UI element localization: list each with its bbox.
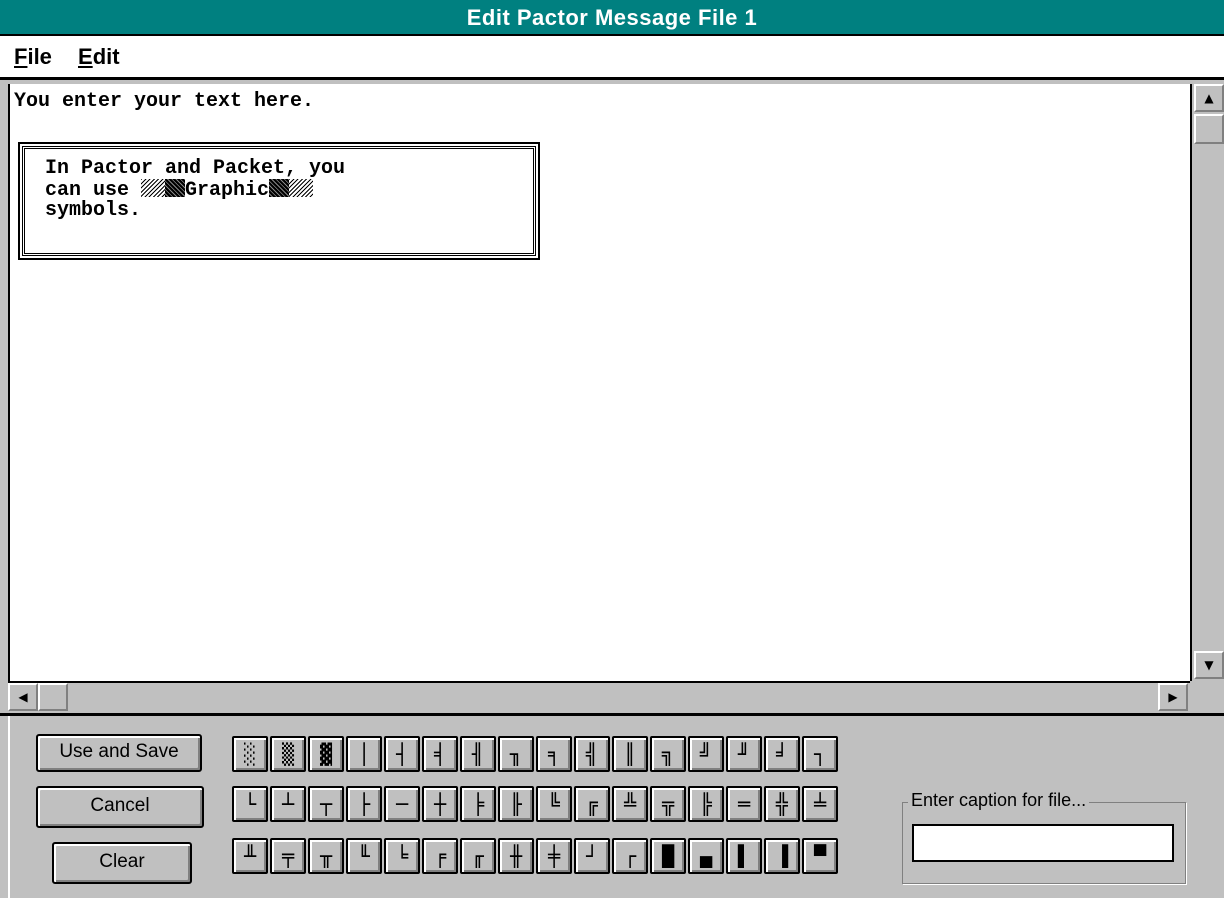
graphic-symbol-button[interactable]: ┤	[384, 736, 420, 772]
scroll-down-arrow-icon[interactable]: ▼	[1194, 651, 1224, 679]
graphic-symbol-button[interactable]: ╔	[574, 786, 610, 822]
vertical-scroll-thumb[interactable]	[1194, 114, 1224, 144]
light-shade-icon	[141, 179, 166, 197]
graphic-symbol-button[interactable]: ┌	[612, 838, 648, 874]
menu-file-label: ile	[27, 44, 52, 69]
graphic-symbol-button[interactable]: ╟	[498, 786, 534, 822]
graphic-symbol-button[interactable]: ╞	[460, 786, 496, 822]
graphic-symbol-button[interactable]: ░	[232, 736, 268, 772]
window-title-bar: Edit Pactor Message File 1	[0, 0, 1224, 36]
window-title: Edit Pactor Message File 1	[466, 5, 758, 30]
scrollbar-corner	[1190, 681, 1224, 713]
graphic-symbol-button[interactable]: ║	[612, 736, 648, 772]
horizontal-scroll-thumb[interactable]	[38, 683, 68, 711]
graphic-symbol-button[interactable]: ┬	[308, 786, 344, 822]
menu-edit-label: dit	[92, 44, 120, 69]
graphic-symbol-button[interactable]: ┘	[574, 838, 610, 874]
graphic-symbol-button[interactable]: ╛	[764, 736, 800, 772]
graphic-symbol-button[interactable]: ╤	[270, 838, 306, 874]
graphic-symbol-button[interactable]: ╣	[574, 736, 610, 772]
graphic-symbol-button[interactable]: ╘	[384, 838, 420, 874]
graphic-symbol-button[interactable]: ▀	[802, 838, 838, 874]
box-line-1: In Pactor and Packet, you	[45, 157, 346, 180]
graphic-symbol-button[interactable]: ╕	[536, 736, 572, 772]
graphic-symbol-button[interactable]: ╜	[726, 736, 762, 772]
graphic-symbol-button[interactable]: ─	[384, 786, 420, 822]
graphic-symbol-button[interactable]: ╥	[308, 838, 344, 874]
graphic-symbol-button[interactable]: ▓	[308, 736, 344, 772]
bottom-control-panel: Use and Save Cancel Clear ░ ▒ ▓ │ ┤ ╡ ╢ ╖ ╕ ╣ ║ ╗ ╝ ╜…	[8, 716, 1216, 898]
graphic-symbol-button[interactable]: ▐	[764, 838, 800, 874]
graphic-symbol-button[interactable]: ╡	[422, 736, 458, 772]
graphic-symbol-button[interactable]: ╝	[688, 736, 724, 772]
graphic-symbol-button[interactable]: └	[232, 786, 268, 822]
graphic-symbol-button[interactable]: ┴	[270, 786, 306, 822]
edit-pactor-window: Edit Pactor Message File 1 File Edit You…	[0, 0, 1224, 898]
graphic-symbol-button[interactable]: ╢	[460, 736, 496, 772]
message-text-area[interactable]: You enter your text here. In Pactor and …	[8, 84, 1190, 681]
light-shade-icon	[289, 179, 314, 197]
menu-edit[interactable]: Edit	[78, 44, 120, 70]
graphic-symbol-button[interactable]: ╧	[802, 786, 838, 822]
scroll-left-arrow-icon[interactable]: ◀	[8, 683, 38, 711]
menu-edit-accel: E	[78, 44, 93, 69]
graphic-symbol-button[interactable]: ╖	[498, 736, 534, 772]
graphic-symbol-button[interactable]: ├	[346, 786, 382, 822]
clear-button[interactable]: Clear	[52, 842, 192, 884]
graphic-symbol-button[interactable]: ╫	[498, 838, 534, 874]
caption-input[interactable]	[912, 824, 1174, 862]
graphic-symbol-button[interactable]: ╓	[460, 838, 496, 874]
graphic-symbol-button[interactable]: ╨	[232, 838, 268, 874]
graphic-symbol-button[interactable]: ╠	[688, 786, 724, 822]
dark-shade-icon	[269, 179, 290, 197]
graphic-symbol-button[interactable]: ┼	[422, 786, 458, 822]
graphic-symbol-button[interactable]: │	[346, 736, 382, 772]
graphic-symbol-button[interactable]: ╗	[650, 736, 686, 772]
graphic-symbol-button[interactable]: ╪	[536, 838, 572, 874]
graphic-symbol-button[interactable]: ╚	[536, 786, 572, 822]
box-line-3: symbols.	[45, 199, 142, 222]
menu-file-accel: F	[14, 44, 28, 69]
graphic-symbol-button[interactable]: ╒	[422, 838, 458, 874]
menu-file[interactable]: File	[14, 44, 52, 70]
cancel-button[interactable]: Cancel	[36, 786, 204, 828]
graphic-symbol-button[interactable]: ╩	[612, 786, 648, 822]
graphic-symbol-button[interactable]: ╙	[346, 838, 382, 874]
graphic-symbol-button[interactable]: ▌	[726, 838, 762, 874]
scroll-right-arrow-icon[interactable]: ▶	[1158, 683, 1188, 711]
horizontal-scrollbar[interactable]: ◀ ▶	[8, 681, 1190, 713]
vertical-scrollbar[interactable]: ▲ ▼	[1190, 84, 1224, 681]
graphic-symbol-button[interactable]: ▄	[688, 838, 724, 874]
graphic-text-box: In Pactor and Packet, you can use Graphi…	[18, 142, 540, 260]
graphic-symbol-button[interactable]: ╦	[650, 786, 686, 822]
use-and-save-button[interactable]: Use and Save	[36, 734, 202, 772]
menu-bar: File Edit	[0, 36, 1224, 80]
graphic-symbol-button[interactable]: █	[650, 838, 686, 874]
graphic-symbol-button[interactable]: ═	[726, 786, 762, 822]
box-line-2-word: Graphic	[185, 179, 270, 202]
caption-label: Enter caption for file...	[908, 790, 1090, 811]
editor-line-1: You enter your text here.	[14, 90, 315, 113]
graphic-symbol-button[interactable]: ╬	[764, 786, 800, 822]
dark-shade-icon	[165, 179, 186, 197]
graphic-symbol-button[interactable]: ┐	[802, 736, 838, 772]
graphic-symbol-button[interactable]: ▒	[270, 736, 306, 772]
graphic-text-box-content: In Pactor and Packet, you can use Graphi…	[45, 159, 345, 221]
scroll-up-arrow-icon[interactable]: ▲	[1194, 84, 1224, 112]
